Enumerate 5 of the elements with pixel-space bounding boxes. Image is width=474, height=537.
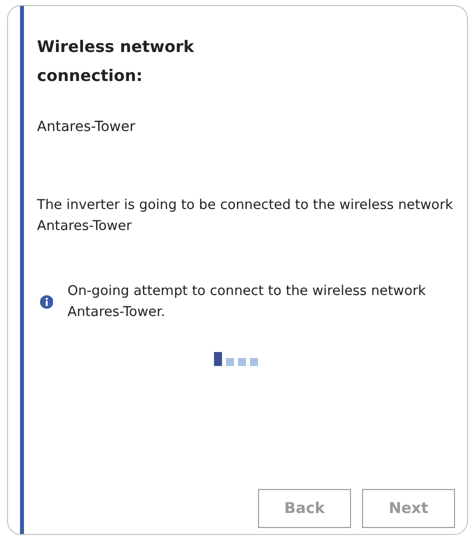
description-text: The inverter is going to be connected to the wireless network Antares-Tower bbox=[37, 196, 454, 236]
info-icon bbox=[40, 294, 54, 310]
info-message: On-going attempt to connect to the wireless network Antares-Tower. bbox=[67, 282, 427, 322]
panel-title: Wireless network connection: bbox=[37, 36, 196, 87]
network-name: Antares-Tower bbox=[37, 118, 136, 137]
